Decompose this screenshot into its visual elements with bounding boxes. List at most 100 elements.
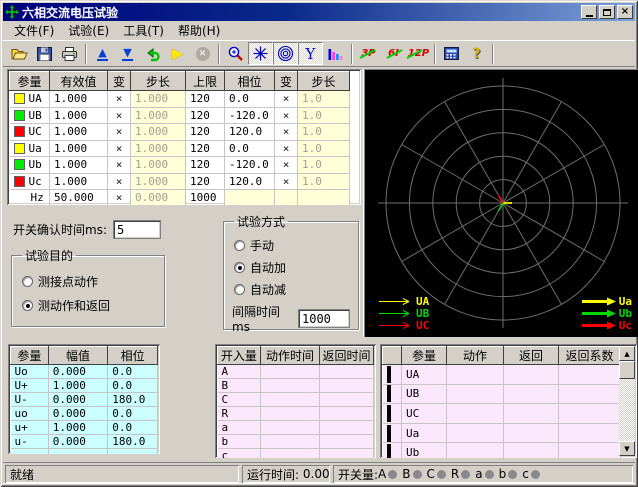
- value-cell[interactable]: ×: [108, 124, 131, 141]
- value-cell[interactable]: 1.0: [298, 140, 350, 157]
- value-cell[interactable]: 1.0: [298, 173, 350, 190]
- result-checkbox[interactable]: [387, 366, 391, 383]
- value-cell[interactable]: 1.000: [131, 157, 186, 174]
- value-cell[interactable]: -120.0: [225, 157, 275, 174]
- menu-help[interactable]: 帮助(H): [171, 21, 227, 40]
- value-cell[interactable]: 1.000: [50, 124, 108, 141]
- open-button[interactable]: [7, 42, 32, 65]
- test-mode-radio[interactable]: [234, 284, 245, 295]
- value-cell[interactable]: 1.0: [298, 91, 350, 108]
- save-button[interactable]: [32, 42, 57, 65]
- start-button[interactable]: ▶: [165, 42, 190, 65]
- value-cell[interactable]: 1.000: [131, 173, 186, 190]
- value-cell[interactable]: 0.000: [131, 190, 186, 206]
- value-cell[interactable]: 120: [186, 140, 225, 157]
- test-mode-radio[interactable]: [234, 262, 245, 273]
- value-cell[interactable]: 1.000: [50, 157, 108, 174]
- value-cell[interactable]: 1.000: [131, 107, 186, 124]
- value-cell[interactable]: 1.000: [50, 91, 108, 108]
- menu-test[interactable]: 试验(E): [61, 21, 116, 40]
- test-purpose-option[interactable]: 测动作和返回: [22, 297, 154, 314]
- value-cell[interactable]: 120: [186, 157, 225, 174]
- value-cell: 0.000: [48, 407, 107, 421]
- value-cell[interactable]: 120.0: [225, 173, 275, 190]
- menu-tools[interactable]: 工具(T): [116, 21, 171, 40]
- value-cell[interactable]: 1000: [186, 190, 225, 206]
- value-cell[interactable]: 120: [186, 91, 225, 108]
- value-cell[interactable]: [225, 190, 275, 206]
- maximize-button[interactable]: [599, 5, 615, 19]
- rings-view-button[interactable]: [273, 42, 298, 65]
- value-cell[interactable]: 1.0: [298, 157, 350, 174]
- bars-view-button[interactable]: [323, 42, 348, 65]
- value-cell[interactable]: [298, 190, 350, 206]
- help-button[interactable]: ?: [464, 42, 489, 65]
- calculator-button[interactable]: [439, 42, 464, 65]
- test-mode-option[interactable]: 自动加: [234, 259, 348, 276]
- menu-file[interactable]: 文件(F): [7, 21, 61, 40]
- value-cell[interactable]: 50.000: [50, 190, 108, 206]
- value-cell: 0.0: [108, 421, 158, 435]
- close-button[interactable]: ×: [617, 5, 633, 19]
- test-purpose-label: 测动作和返回: [38, 297, 110, 314]
- test-mode-option[interactable]: 手动: [234, 237, 348, 254]
- raise-button[interactable]: ▲: [90, 42, 115, 65]
- value-cell[interactable]: 1.000: [131, 124, 186, 141]
- phasor-view-button[interactable]: [248, 42, 273, 65]
- lower-button[interactable]: ▼: [115, 42, 140, 65]
- scroll-down-button[interactable]: ▼: [619, 441, 635, 456]
- value-cell[interactable]: 0.0: [225, 140, 275, 157]
- value-cell[interactable]: ×: [275, 91, 298, 108]
- value-cell[interactable]: 1.0: [298, 124, 350, 141]
- result-scrollbar[interactable]: ▲ ▼: [619, 346, 635, 456]
- scroll-up-button[interactable]: ▲: [619, 346, 635, 361]
- result-checkbox[interactable]: [387, 405, 391, 422]
- value-cell[interactable]: ×: [275, 124, 298, 141]
- minimize-button[interactable]: [581, 5, 597, 19]
- mode-6i-button[interactable]: 6I: [381, 42, 406, 65]
- value-cell[interactable]: 1.000: [50, 173, 108, 190]
- value-cell[interactable]: ×: [275, 157, 298, 174]
- test-purpose-radio[interactable]: [22, 276, 33, 287]
- value-cell[interactable]: 120: [186, 107, 225, 124]
- value-cell[interactable]: ×: [108, 107, 131, 124]
- result-checkbox[interactable]: [387, 444, 391, 458]
- value-cell[interactable]: 1.000: [50, 107, 108, 124]
- mode-12p-button[interactable]: 12P: [406, 42, 431, 65]
- value-cell[interactable]: ×: [108, 190, 131, 206]
- value-cell[interactable]: 1.000: [50, 140, 108, 157]
- value-cell[interactable]: ×: [108, 157, 131, 174]
- stop-button[interactable]: ✕: [190, 42, 215, 65]
- result-checkbox[interactable]: [387, 425, 391, 442]
- test-mode-option[interactable]: 自动减: [234, 281, 348, 298]
- test-purpose-radio[interactable]: [22, 300, 33, 311]
- test-purpose-option[interactable]: 测接点动作: [22, 273, 154, 290]
- value-cell[interactable]: 1.0: [298, 107, 350, 124]
- switch-confirm-input[interactable]: [113, 220, 161, 239]
- interval-input[interactable]: [298, 309, 350, 328]
- value-cell[interactable]: -120.0: [225, 107, 275, 124]
- vector-view-button[interactable]: Y: [298, 42, 323, 65]
- result-checkbox[interactable]: [387, 385, 391, 402]
- switch-state-dot: [437, 470, 446, 479]
- value-cell[interactable]: 1.000: [131, 91, 186, 108]
- test-mode-radio[interactable]: [234, 240, 245, 251]
- value-cell[interactable]: 1.000: [131, 140, 186, 157]
- value-cell[interactable]: [275, 190, 298, 206]
- value-cell[interactable]: 120: [186, 173, 225, 190]
- value-cell[interactable]: ×: [108, 91, 131, 108]
- value-cell[interactable]: ×: [275, 140, 298, 157]
- mode-3p-button[interactable]: 3P: [356, 42, 381, 65]
- value-cell[interactable]: ×: [108, 173, 131, 190]
- value-cell[interactable]: 120.0: [225, 124, 275, 141]
- undo-button[interactable]: [140, 42, 165, 65]
- value-cell[interactable]: 0.0: [225, 91, 275, 108]
- value-cell[interactable]: ×: [108, 140, 131, 157]
- print-button[interactable]: [57, 42, 82, 65]
- scroll-thumb[interactable]: [619, 361, 635, 379]
- value-cell[interactable]: ×: [275, 173, 298, 190]
- test-mode-label: 自动减: [250, 281, 286, 298]
- zoom-button[interactable]: [223, 42, 248, 65]
- value-cell[interactable]: ×: [275, 107, 298, 124]
- value-cell[interactable]: 120: [186, 124, 225, 141]
